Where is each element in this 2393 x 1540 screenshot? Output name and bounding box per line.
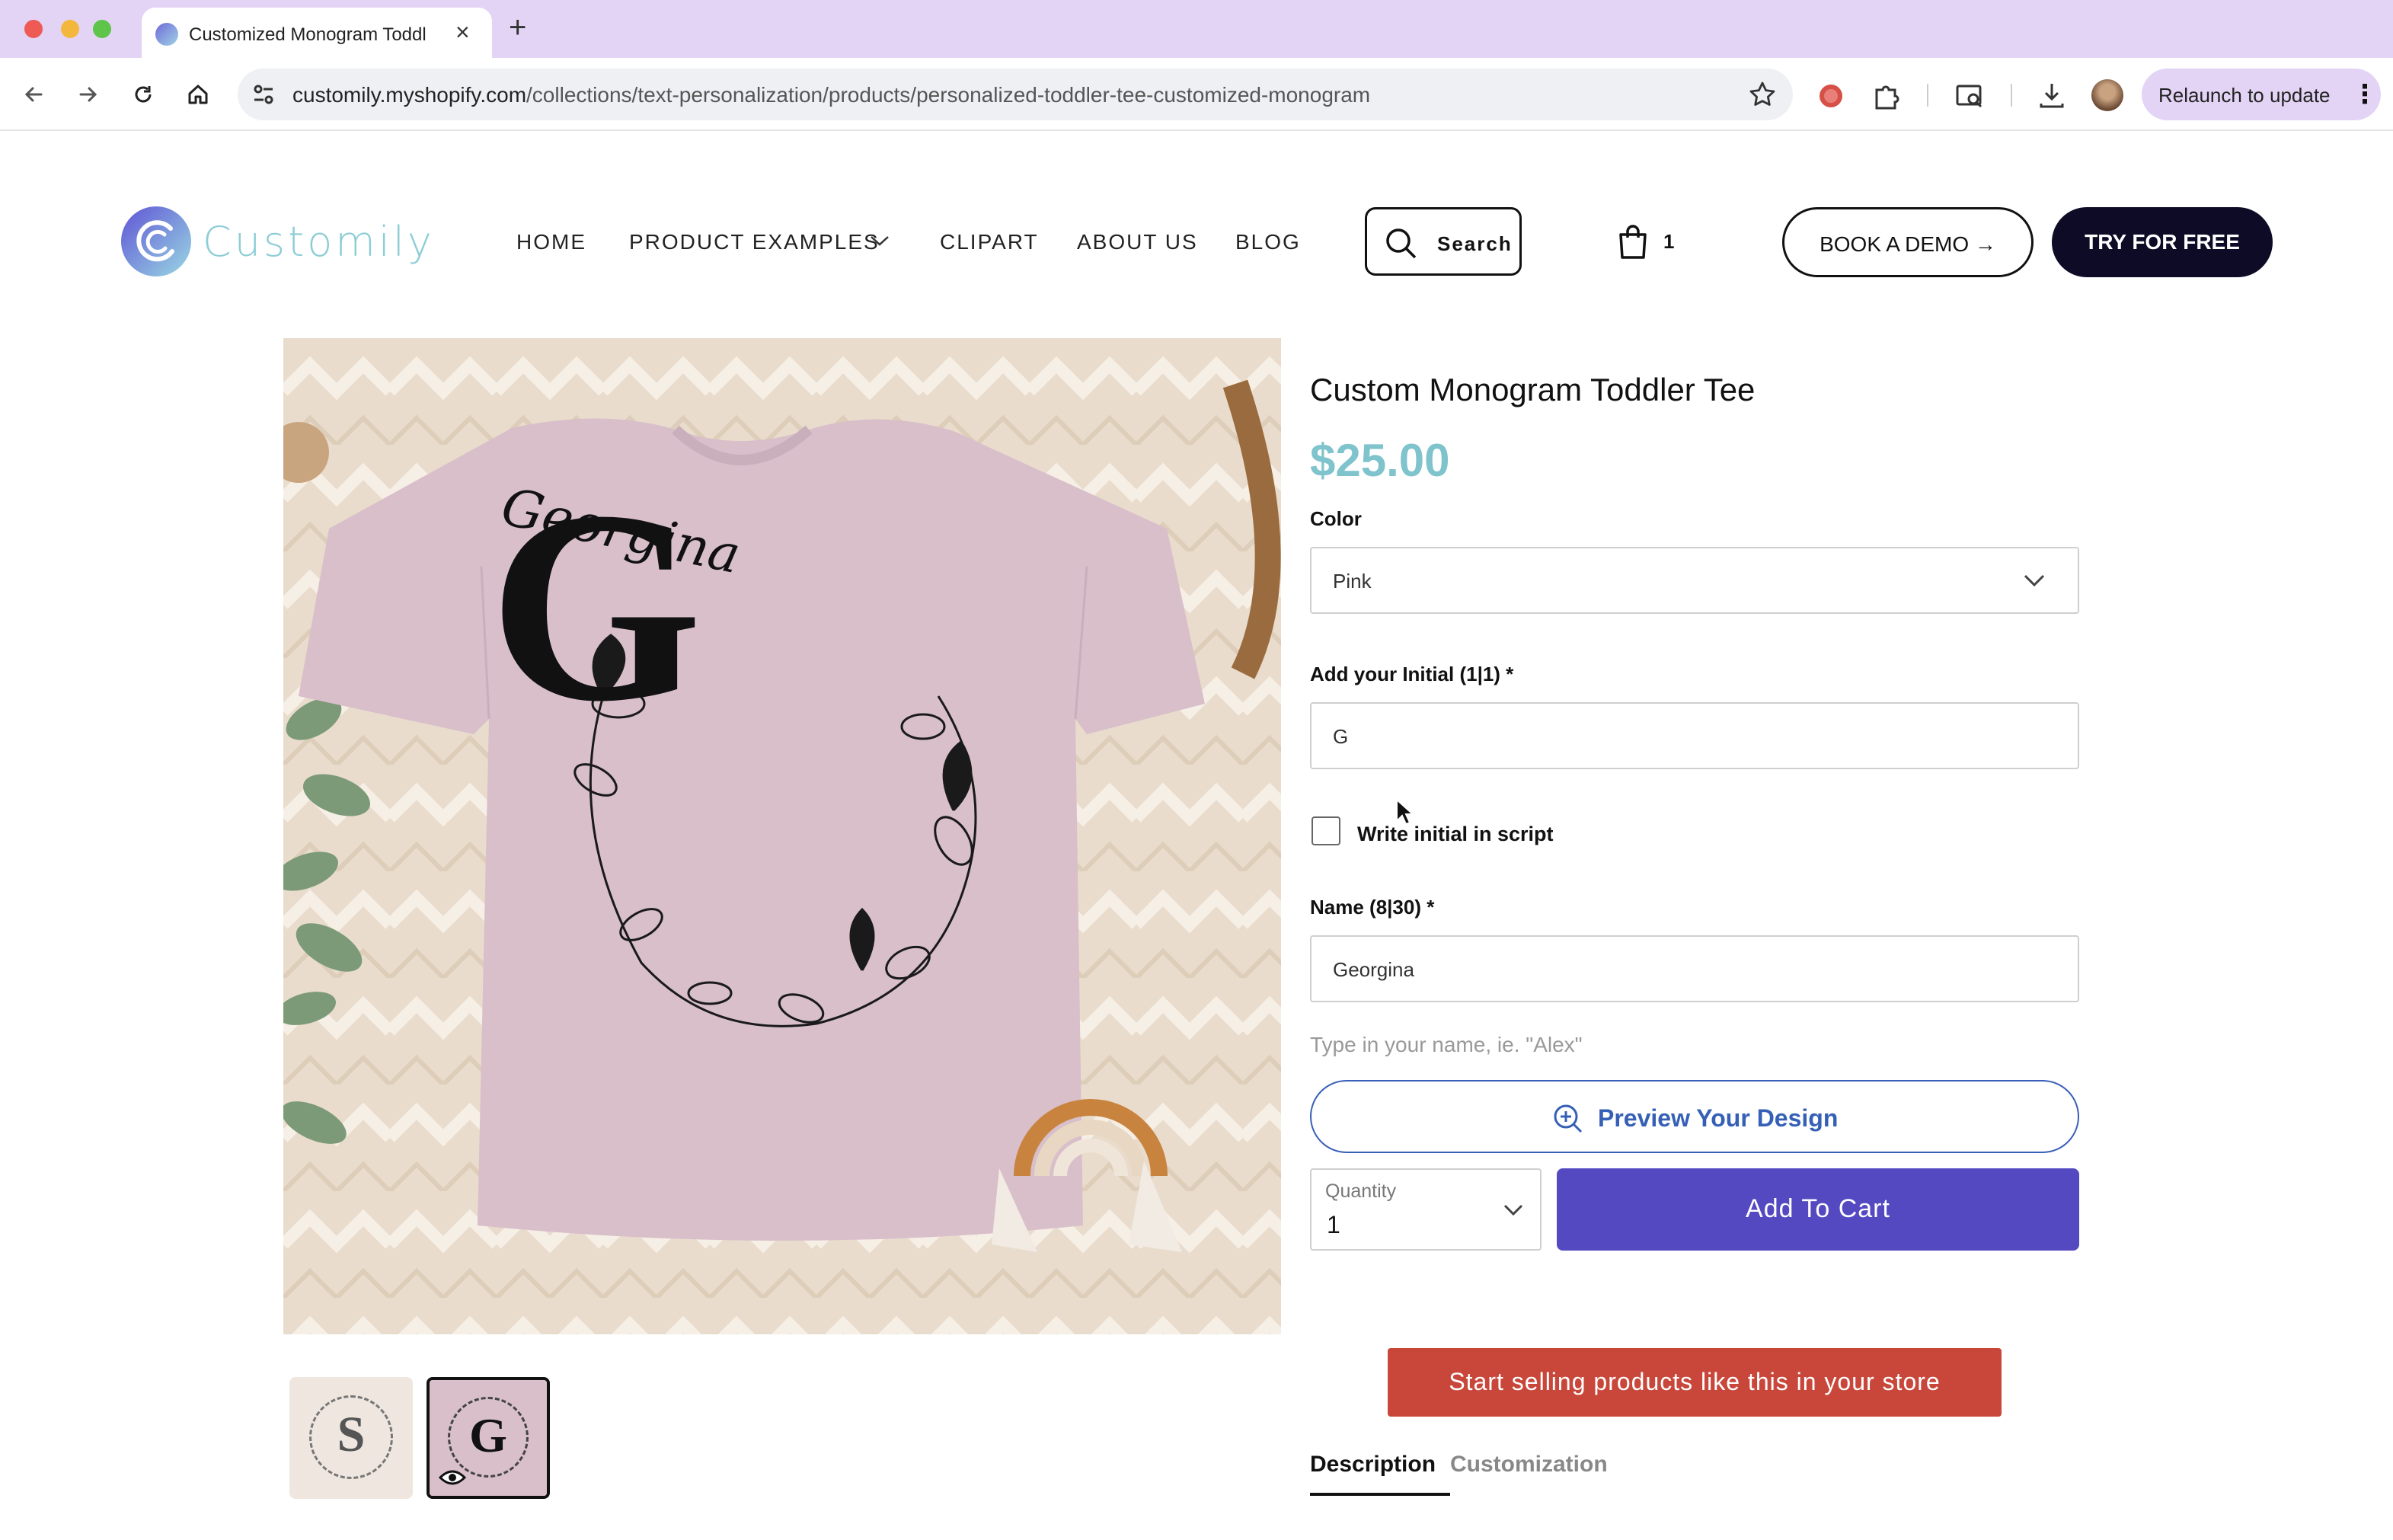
try-free-button[interactable]: TRY FOR FREE [2052,207,2273,277]
chevron-down-icon[interactable] [868,233,891,248]
url-text: customily.myshopify.com/collections/text… [292,83,1370,107]
search-button[interactable]: Search [1365,207,1522,276]
nav-about-us[interactable]: ABOUT US [1077,230,1198,254]
name-input[interactable]: Georgina [1310,935,2079,1002]
nav-home[interactable]: HOME [516,230,586,254]
add-to-cart-button[interactable]: Add To Cart [1557,1168,2079,1251]
quantity-select[interactable]: Quantity 1 [1310,1168,1542,1251]
nav-blog[interactable]: BLOG [1235,230,1301,254]
product-title: Custom Monogram Toddler Tee [1310,372,1756,407]
preview-design-label: Preview Your Design [1598,1104,1839,1132]
url-domain: customily.myshopify.com [292,83,527,107]
reload-icon[interactable] [125,76,161,113]
nav-clipart[interactable]: CLIPART [940,230,1039,254]
browser-toolbar: customily.myshopify.com/collections/text… [0,58,2393,131]
mouse-cursor-icon [1396,798,1414,826]
preview-design-button[interactable]: Preview Your Design [1310,1080,2079,1153]
color-select-value: Pink [1333,570,1372,593]
nav-product-examples[interactable]: PRODUCT EXAMPLES [629,230,880,254]
home-icon[interactable] [180,76,216,113]
book-demo-button[interactable]: BOOK A DEMO → [1782,207,2034,277]
product-price: $25.00 [1310,435,1450,486]
initial-label: Add your Initial (1|1) * [1310,663,1514,685]
relaunch-label: Relaunch to update [2158,84,2331,107]
close-tab-icon[interactable]: × [455,18,470,46]
quantity-value: 1 [1327,1211,1340,1238]
script-initial-label[interactable]: Write initial in script [1357,823,1554,846]
name-label: Name (8|30) * [1310,896,1435,919]
product-thumbnail[interactable]: S [289,1377,413,1499]
image-initial-text: G [488,454,703,758]
name-input-value: Georgina [1333,958,1414,981]
customily-logo-icon[interactable] [120,206,192,277]
search-icon [1386,228,1417,259]
macrame-rainbow-decoration [992,1099,1182,1252]
initial-input[interactable]: G [1310,702,2079,769]
maximize-window-button[interactable] [93,20,111,38]
start-selling-button[interactable]: Start selling products like this in your… [1388,1348,2002,1417]
tab-title: Customized Monogram Toddl [189,24,427,45]
cart-count: 1 [1663,230,1675,253]
name-hint: Type in your name, ie. "Alex" [1310,1033,1583,1056]
relaunch-button[interactable]: Relaunch to update ⋮ [2142,69,2381,120]
toolbar-divider [1927,84,1928,107]
site-settings-icon[interactable] [250,81,277,108]
chevron-down-icon [1503,1204,1523,1216]
address-bar[interactable]: customily.myshopify.com/collections/text… [238,69,1793,120]
try-free-label: TRY FOR FREE [2085,230,2240,254]
new-tab-button[interactable]: + [509,11,526,45]
eye-icon [439,1470,466,1485]
puzzle-extensions-icon[interactable] [1871,79,1904,113]
forward-icon[interactable] [70,76,107,113]
close-window-button[interactable] [24,20,43,38]
download-icon[interactable] [2035,79,2069,113]
profile-avatar[interactable] [2091,79,2123,111]
tab-description[interactable]: Description [1310,1452,1436,1478]
shopping-bag-icon[interactable] [1616,224,1650,259]
tab-search-icon[interactable] [1953,79,1986,113]
browser-tab-bar: Customized Monogram Toddl × + [0,0,2393,59]
color-label: Color [1310,507,1362,530]
more-menu-icon[interactable]: ⋮ [2352,79,2378,110]
product-main-image[interactable]: Georgina G [283,338,1281,1334]
book-demo-label: BOOK A DEMO → [1820,232,1996,256]
active-tab-underline [1310,1493,1450,1496]
initial-input-value: G [1333,725,1349,748]
bookmark-star-icon[interactable] [1747,79,1778,110]
thumbnail-initial: G [469,1408,507,1462]
search-label: Search [1437,232,1513,255]
toolbar-divider [2011,84,2012,107]
chevron-down-icon [2024,574,2045,587]
script-initial-checkbox[interactable] [1312,816,1340,845]
logo-text[interactable]: Customily [203,218,435,266]
product-thumbnail-active[interactable]: G [427,1377,550,1499]
quantity-label: Quantity [1325,1181,1397,1202]
customily-favicon-icon [155,23,178,46]
color-select[interactable]: Pink [1310,547,2079,614]
browser-tab[interactable]: Customized Monogram Toddl × [142,8,492,59]
minimize-window-button[interactable] [61,20,79,38]
add-to-cart-label: Add To Cart [1746,1194,1890,1223]
url-path: /collections/text-personalization/produc… [526,83,1371,107]
zoom-in-icon [1554,1104,1583,1133]
start-selling-label: Start selling products like this in your… [1449,1368,1941,1395]
back-icon[interactable] [15,76,52,113]
tab-customization[interactable]: Customization [1450,1452,1608,1478]
thumbnail-initial: S [337,1407,366,1462]
extension-icon[interactable] [1814,79,1848,113]
